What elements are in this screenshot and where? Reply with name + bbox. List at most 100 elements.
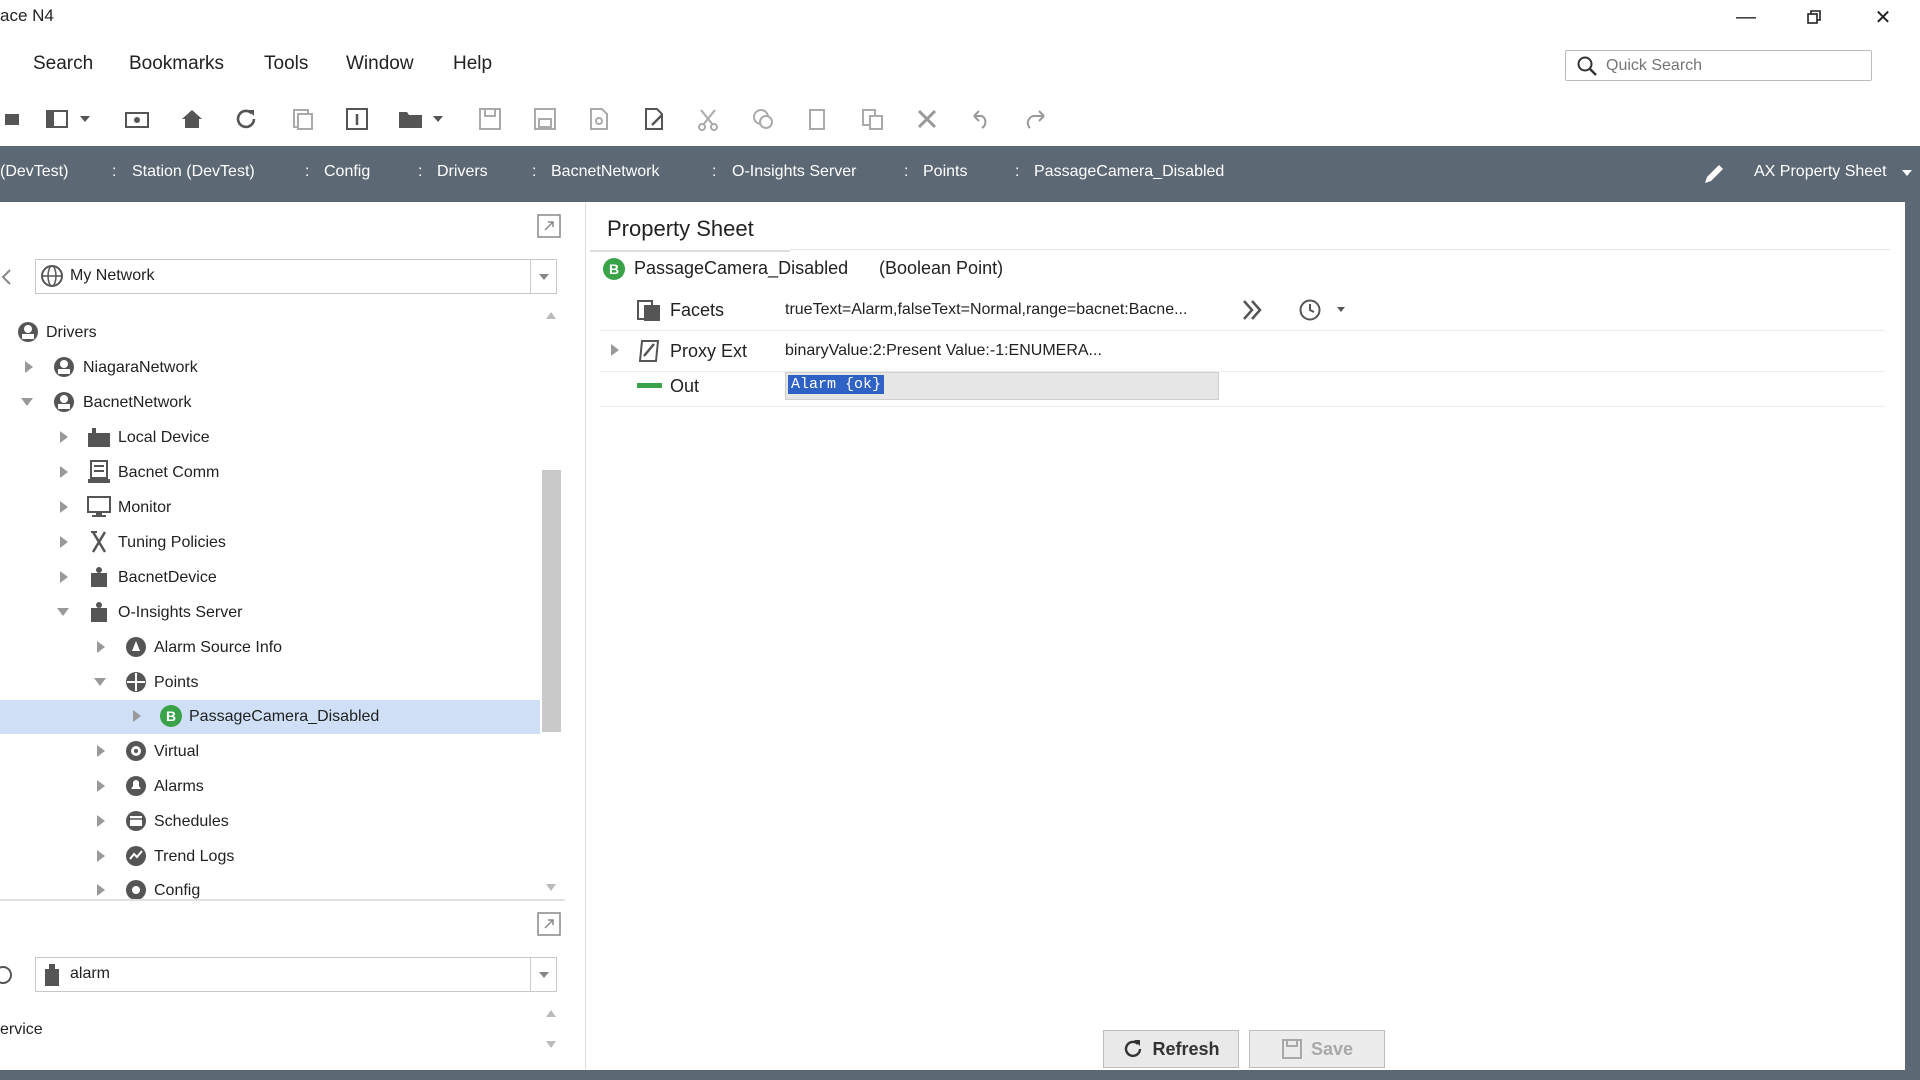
- tree-item-o-insights-server[interactable]: O-Insights Server: [0, 596, 540, 630]
- toolbar-back-button[interactable]: [0, 105, 28, 133]
- tree-item-bacnetnetwork[interactable]: BacnetNetwork: [0, 386, 540, 420]
- breadcrumb-item[interactable]: (DevTest): [0, 163, 68, 181]
- home-button[interactable]: [178, 105, 206, 133]
- breadcrumb-item-current[interactable]: PassageCamera_Disabled: [1034, 163, 1224, 181]
- minimize-button[interactable]: —: [1716, 0, 1776, 34]
- pane-divider[interactable]: [0, 899, 565, 901]
- breadcrumb-item[interactable]: Drivers: [437, 163, 488, 181]
- paste-button[interactable]: [803, 105, 831, 133]
- expand-arrow-icon[interactable]: [57, 570, 71, 584]
- double-chevron-right-icon[interactable]: [1240, 298, 1264, 322]
- paste-special-button[interactable]: [858, 105, 886, 133]
- save-button[interactable]: Save: [1249, 1030, 1385, 1068]
- save-all-button[interactable]: [531, 105, 559, 133]
- expand-arrow-icon[interactable]: [94, 814, 108, 828]
- palette-icon[interactable]: [0, 964, 14, 986]
- tree-item-virtual[interactable]: Virtual: [0, 735, 540, 769]
- scroll-up-icon[interactable]: [546, 1010, 556, 1017]
- property-row-out[interactable]: Out Alarm {ok}: [600, 366, 1885, 407]
- open-dropdown[interactable]: [431, 105, 445, 133]
- tree-item-trend-logs[interactable]: Trend Logs: [0, 840, 540, 874]
- cut-button[interactable]: [694, 105, 722, 133]
- expand-arrow-icon[interactable]: [130, 709, 144, 723]
- chevron-down-icon[interactable]: [1337, 307, 1345, 312]
- expand-pane-icon[interactable]: [537, 912, 561, 936]
- restore-button[interactable]: [1784, 0, 1844, 34]
- edit-doc-button[interactable]: [640, 105, 668, 133]
- collapse-arrow-icon[interactable]: [93, 675, 107, 689]
- quick-search[interactable]: [1565, 50, 1872, 81]
- tree-item-niagaranetwork[interactable]: NiagaraNetwork: [0, 351, 540, 385]
- view-selector[interactable]: AX Property Sheet: [1754, 163, 1887, 181]
- expand-arrow-icon[interactable]: [94, 744, 108, 758]
- close-button[interactable]: ✕: [1853, 0, 1913, 34]
- nav-scrollbar-thumb[interactable]: [542, 470, 561, 732]
- expand-arrow-icon[interactable]: [57, 535, 71, 549]
- collapse-arrow-icon[interactable]: [56, 605, 70, 619]
- pencil-icon[interactable]: [1702, 162, 1726, 186]
- menu-window[interactable]: Window: [346, 53, 414, 75]
- menu-tools[interactable]: Tools: [264, 53, 308, 75]
- nav-selector[interactable]: My Network: [35, 259, 557, 294]
- expand-arrow-icon[interactable]: [94, 883, 108, 897]
- palette-selector[interactable]: alarm: [35, 957, 557, 992]
- out-value-field[interactable]: Alarm {ok}: [785, 372, 1219, 400]
- expand-arrow-icon[interactable]: [94, 849, 108, 863]
- breadcrumb-item[interactable]: Points: [923, 163, 967, 181]
- tree-item-monitor[interactable]: Monitor: [0, 491, 540, 525]
- clock-icon[interactable]: [1298, 298, 1322, 322]
- expand-arrow-icon[interactable]: [57, 465, 71, 479]
- scroll-down-icon[interactable]: [546, 1041, 556, 1048]
- expand-arrow-icon[interactable]: [94, 779, 108, 793]
- tree-item-passagecamera-disabled[interactable]: B PassageCamera_Disabled: [0, 700, 540, 734]
- tree-item-points[interactable]: Points: [0, 666, 540, 700]
- collapse-arrow-icon[interactable]: [0, 268, 14, 286]
- side-bar-dropdown[interactable]: [78, 105, 92, 133]
- tree-item-bacnetdevice[interactable]: BacnetDevice: [0, 561, 540, 595]
- expand-pane-icon[interactable]: [537, 214, 561, 238]
- side-bar-toggle-button[interactable]: [44, 105, 72, 133]
- export-button[interactable]: [585, 105, 613, 133]
- tree-item-alarm-source-info[interactable]: Alarm Source Info: [0, 631, 540, 665]
- refresh-button[interactable]: Refresh: [1103, 1030, 1239, 1068]
- palette-selector-dropdown[interactable]: [530, 958, 557, 991]
- refresh-toolbar-button[interactable]: [232, 105, 260, 133]
- breadcrumb-item[interactable]: O-Insights Server: [732, 163, 856, 181]
- nav-selector-dropdown[interactable]: [530, 260, 557, 293]
- new-tab-button[interactable]: [123, 105, 151, 133]
- collapse-arrow-icon[interactable]: [20, 395, 34, 409]
- tree-item-alarms[interactable]: Alarms: [0, 770, 540, 804]
- duplicate-button[interactable]: [288, 105, 316, 133]
- expand-arrow-icon[interactable]: [609, 343, 621, 357]
- expand-arrow-icon[interactable]: [57, 500, 71, 514]
- menu-bookmarks[interactable]: Bookmarks: [129, 53, 224, 75]
- property-row-facets[interactable]: Facets trueText=Alarm,falseText=Normal,r…: [600, 290, 1885, 331]
- quick-search-input[interactable]: [1604, 54, 1863, 78]
- chevron-down-icon[interactable]: [1902, 170, 1912, 176]
- copy-button[interactable]: [749, 105, 777, 133]
- menu-help[interactable]: Help: [453, 53, 492, 75]
- info-button[interactable]: [343, 105, 371, 133]
- tree-item-drivers[interactable]: Drivers: [0, 316, 540, 350]
- menu-search[interactable]: Search: [33, 53, 93, 75]
- save-toolbar-button[interactable]: [476, 105, 504, 133]
- expand-arrow-icon[interactable]: [22, 360, 36, 374]
- scroll-up-icon[interactable]: [546, 312, 556, 319]
- breadcrumb-item[interactable]: Station (DevTest): [132, 163, 255, 181]
- scroll-down-icon[interactable]: [546, 884, 556, 891]
- breadcrumb-item[interactable]: Config: [324, 163, 370, 181]
- open-button[interactable]: [397, 105, 425, 133]
- expand-arrow-icon[interactable]: [94, 640, 108, 654]
- redo-button[interactable]: [1022, 105, 1050, 133]
- tree-item-config[interactable]: Config: [0, 874, 540, 900]
- tree-item-schedules[interactable]: Schedules: [0, 805, 540, 839]
- expand-arrow-icon[interactable]: [57, 430, 71, 444]
- tree-item-bacnet-comm[interactable]: Bacnet Comm: [0, 456, 540, 490]
- tree-item-tuning-policies[interactable]: Tuning Policies: [0, 526, 540, 560]
- undo-button[interactable]: [968, 105, 996, 133]
- tree-item-local-device[interactable]: Local Device: [0, 421, 540, 455]
- delete-button[interactable]: [913, 105, 941, 133]
- tab-property-sheet[interactable]: Property Sheet: [590, 205, 790, 252]
- palette-item[interactable]: ervice: [0, 1021, 43, 1039]
- breadcrumb-item[interactable]: BacnetNetwork: [551, 163, 660, 181]
